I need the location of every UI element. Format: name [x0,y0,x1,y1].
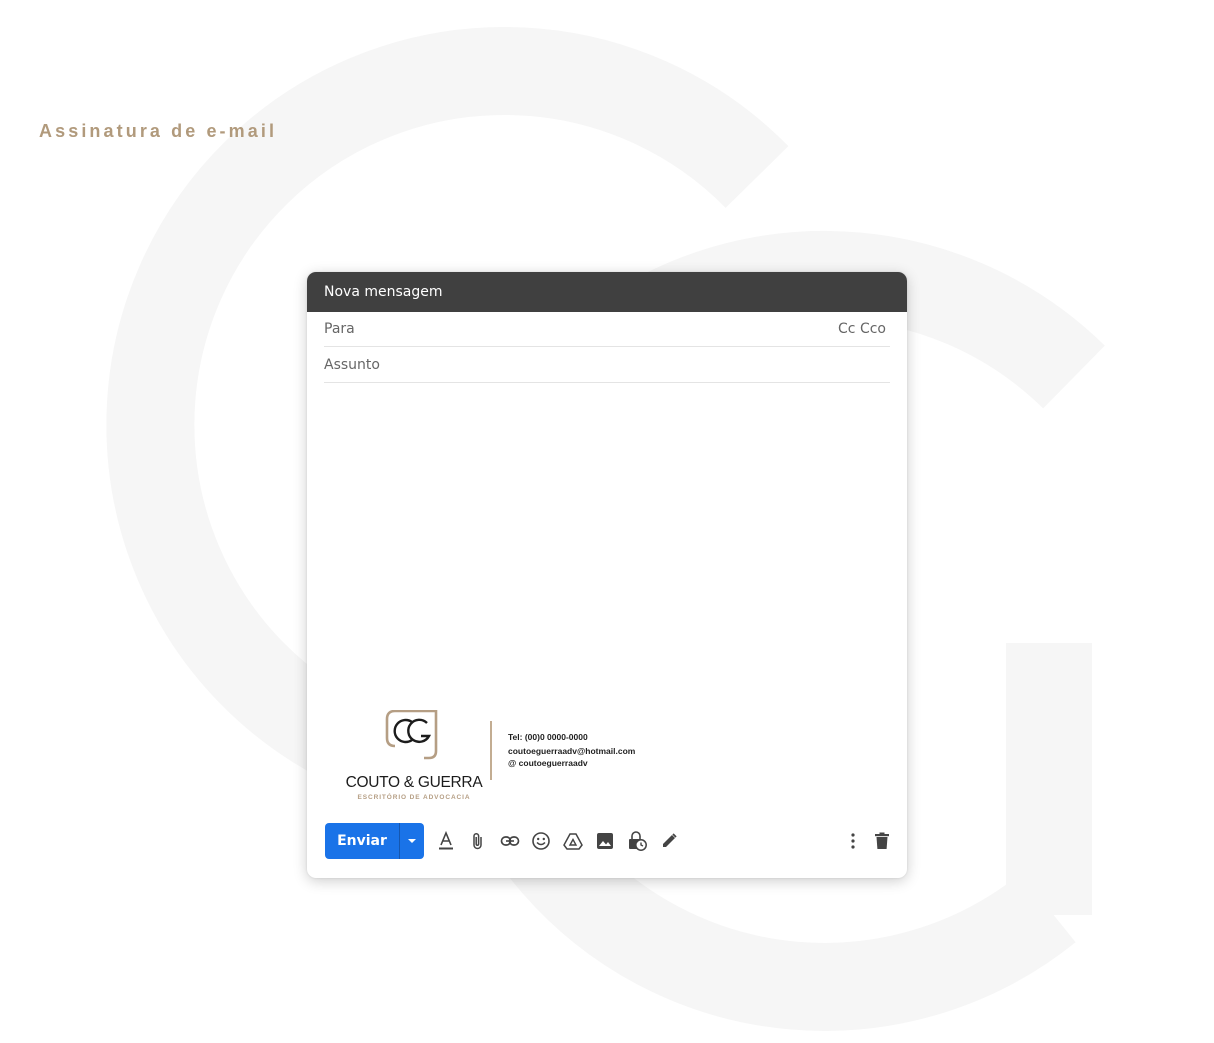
brand-tagline: ESCRITÓRIO DE ADVOCACIA [357,794,471,801]
page-heading: Assinatura de e-mail [39,121,278,141]
cc-link[interactable]: Cc [838,321,855,337]
signature-email[interactable]: coutoeguerraadv@hotmail.com [508,746,635,756]
confidential-mode-icon[interactable] [625,829,649,853]
brand-name: COUTO & GUERRA [345,774,483,791]
compose-window: Nova mensagem Para Cc Cco Assunto COUTO … [307,272,907,878]
send-button-group: Enviar [325,823,424,859]
brand-logo-icon [385,710,438,760]
signature-divider [490,721,492,780]
signature-phone: Tel: (00)0 0000-0000 [508,732,588,742]
email-signature: COUTO & GUERRA ESCRITÓRIO DE ADVOCACIA T… [338,710,658,810]
message-body[interactable]: COUTO & GUERRA ESCRITÓRIO DE ADVOCACIA T… [324,384,890,809]
more-options-icon[interactable] [841,829,865,853]
bcc-link[interactable]: Cco [860,321,886,337]
caret-down-icon [408,839,416,843]
signature-pen-icon[interactable] [657,829,681,853]
recipients-label: Para [324,321,355,337]
signature-instagram[interactable]: @ coutoeguerraadv [508,758,588,768]
subject-label: Assunto [324,357,380,373]
recipients-field[interactable]: Para Cc Cco [324,312,890,347]
attach-icon[interactable] [466,829,490,853]
link-icon[interactable] [498,829,522,853]
format-text-icon[interactable] [434,829,458,853]
send-options-button[interactable] [400,823,424,859]
cc-bcc-links: Cc Cco [838,321,886,337]
send-button[interactable]: Enviar [325,823,399,859]
delete-icon[interactable] [870,829,894,853]
compose-toolbar: Enviar [307,823,907,859]
compose-header: Nova mensagem [307,272,907,312]
subject-field[interactable]: Assunto [324,348,890,383]
emoji-icon[interactable] [529,829,553,853]
compose-title: Nova mensagem [324,284,443,300]
drive-icon[interactable] [561,829,585,853]
image-icon[interactable] [593,829,617,853]
